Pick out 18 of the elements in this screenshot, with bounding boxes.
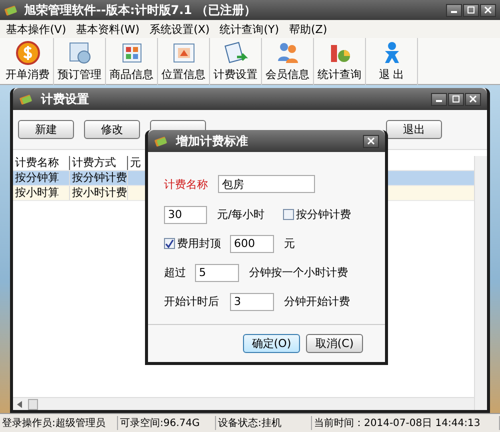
unit-label: 元/每小时 (217, 207, 266, 222)
dialog-title: 增加计费标准 (176, 132, 249, 150)
field-label: 计费名称 (164, 176, 209, 192)
table-cell: 按小时算 (13, 186, 70, 200)
window-title: 计费设置 (41, 90, 90, 108)
unit-label: 元 (284, 236, 295, 251)
status-text: 可录空间:96.74G (118, 416, 216, 430)
window-title: 旭荣管理软件--版本:计时版7.1 （已注册） (24, 2, 258, 18)
unit-label: 分钟开始计费 (284, 294, 350, 309)
status-text: 设备状态:挂机 (216, 416, 312, 430)
status-text: 当前时间：2014-07-08日 14:44:13 (312, 416, 500, 430)
field-label: 超过 (164, 265, 187, 280)
table-cell: 按分钟计费 (70, 171, 128, 185)
unit-label: 分钟按一个小时计费 (249, 265, 348, 280)
table-cell: 按小时计费 (70, 186, 128, 200)
field-label: 开始计时后 (164, 294, 220, 309)
table-cell: 按分钟算 (13, 171, 70, 185)
status-text: 登录操作员:超级管理员 (0, 416, 118, 430)
